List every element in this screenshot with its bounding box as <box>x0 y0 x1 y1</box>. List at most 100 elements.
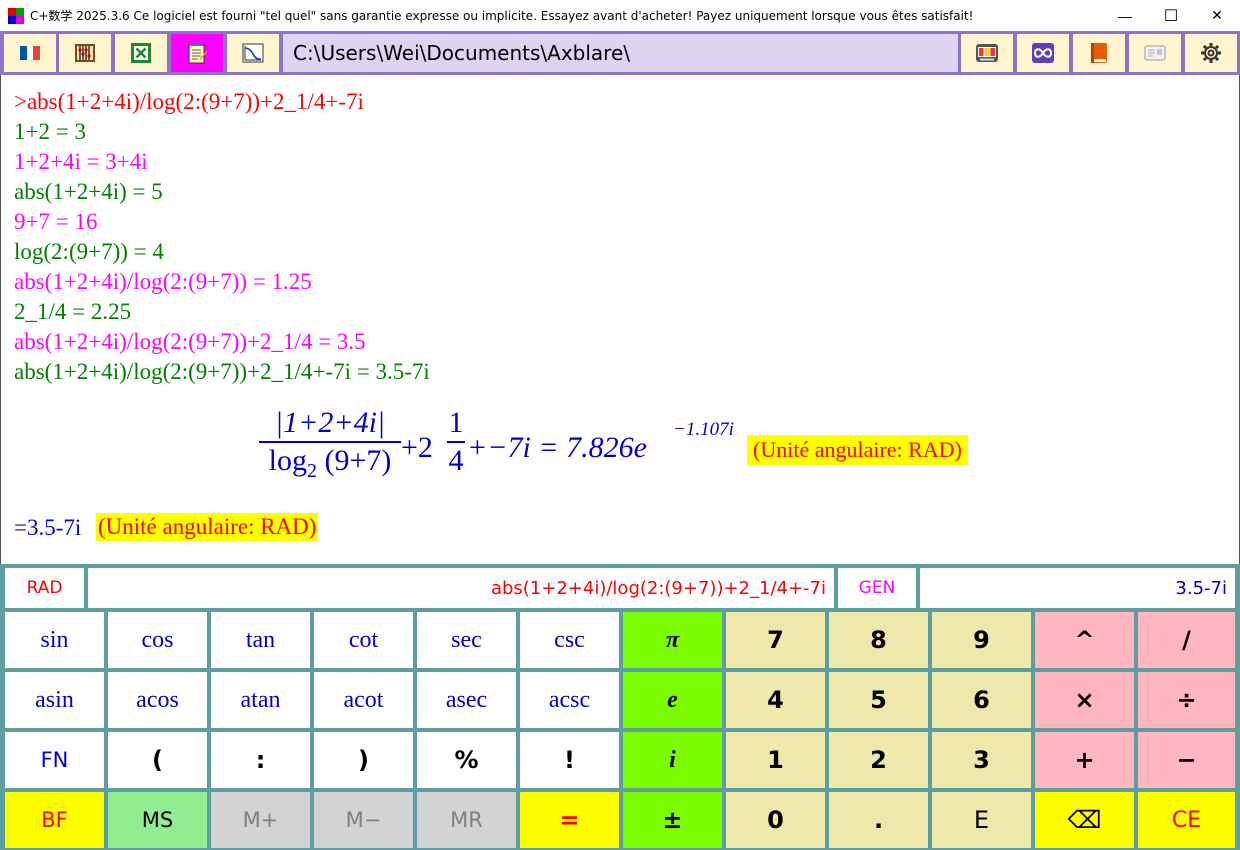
settings-button[interactable] <box>1185 34 1237 72</box>
key-7[interactable]: 7 <box>726 612 825 668</box>
app-icon <box>8 7 24 24</box>
plus-two: +2 <box>401 431 433 464</box>
backspace-icon: ⌫ <box>1067 806 1102 834</box>
key-pi[interactable]: π <box>623 612 722 668</box>
calculator-panel: RAD abs(1+2+4i)/log(2:(9+7))+2_1/4+-7i G… <box>0 564 1240 850</box>
fraction-numerator: 1 <box>448 406 464 439</box>
key-slash[interactable]: / <box>1138 612 1235 668</box>
result-line: =3.5-7i <box>14 515 82 540</box>
key-clear-entry[interactable]: CE <box>1138 792 1235 848</box>
excel-icon <box>131 43 151 63</box>
key-0[interactable]: 0 <box>726 792 825 848</box>
key-close-paren[interactable]: ) <box>314 732 413 788</box>
close-button[interactable]: ✕ <box>1194 0 1240 31</box>
key-sec[interactable]: sec <box>417 612 516 668</box>
fraction-denominator: 4 <box>448 444 464 477</box>
key-9[interactable]: 9 <box>932 612 1031 668</box>
fraction-abs-over-log: |1+2+4i| log2 (9+7) <box>259 405 401 489</box>
key-sin[interactable]: sin <box>5 612 104 668</box>
key-atan[interactable]: atan <box>211 672 310 728</box>
key-2[interactable]: 2 <box>829 732 928 788</box>
language-flag-button[interactable] <box>4 34 56 72</box>
output-line: 9+7 = 16 <box>14 209 98 234</box>
gear-icon <box>1201 43 1221 63</box>
key-acos[interactable]: acos <box>108 672 207 728</box>
expression-display[interactable]: abs(1+2+4i)/log(2:(9+7))+2_1/4+-7i <box>88 568 834 608</box>
key-fn[interactable]: FN <box>5 732 104 788</box>
fraction-denominator: log2 (9+7) <box>259 443 401 489</box>
key-4[interactable]: 4 <box>726 672 825 728</box>
key-bf[interactable]: BF <box>5 792 104 848</box>
key-acsc[interactable]: acsc <box>520 672 619 728</box>
notepad-icon <box>188 43 207 64</box>
key-memory-subtract[interactable]: M− <box>314 792 413 848</box>
title-bar: C+数学 2025.3.6 Ce logiciel est fourni "te… <box>0 0 1240 31</box>
help-book-button[interactable] <box>1073 34 1125 72</box>
key-csc[interactable]: csc <box>520 612 619 668</box>
result-angle-unit-badge: (Unité angulaire: RAD) <box>96 513 319 541</box>
output-line: abs(1+2+4i)/log(2:(9+7))+2_1/4 = 3.5 <box>14 329 366 354</box>
format-mode-button[interactable]: GEN <box>838 568 916 608</box>
key-power[interactable]: ^ <box>1035 612 1134 668</box>
maximize-button[interactable]: ☐ <box>1148 0 1194 31</box>
key-plus-minus[interactable]: ± <box>623 792 722 848</box>
result-display[interactable]: 3.5-7i <box>920 568 1235 608</box>
book-icon <box>1091 43 1107 63</box>
key-colon[interactable]: : <box>211 732 310 788</box>
key-memory-recall[interactable]: MR <box>417 792 516 848</box>
working-directory-path[interactable]: C:\Users\Wei\Documents\Axblare\ <box>283 34 958 72</box>
minimize-button[interactable]: — <box>1102 0 1148 31</box>
key-acot[interactable]: acot <box>314 672 413 728</box>
calculator-mode-button[interactable] <box>59 34 111 72</box>
key-percent[interactable]: % <box>417 732 516 788</box>
abacus-icon <box>75 44 95 62</box>
key-e[interactable]: e <box>623 672 722 728</box>
key-decimal-point[interactable]: . <box>829 792 928 848</box>
slot-machine-button[interactable] <box>961 34 1013 72</box>
id-card-button[interactable] <box>1129 34 1181 72</box>
key-factorial[interactable]: ! <box>520 732 619 788</box>
key-divide[interactable]: ÷ <box>1138 672 1235 728</box>
infinity-button[interactable] <box>1017 34 1069 72</box>
key-5[interactable]: 5 <box>829 672 928 728</box>
key-6[interactable]: 6 <box>932 672 1031 728</box>
graph-icon <box>242 43 264 63</box>
key-multiply[interactable]: × <box>1035 672 1134 728</box>
fraction-numerator: |1+2+4i| <box>274 406 386 439</box>
angle-mode-button[interactable]: RAD <box>5 568 84 608</box>
output-area[interactable]: >abs(1+2+4i)/log(2:(9+7))+2_1/4+-7i 1+2 … <box>0 75 1240 564</box>
formula-tail: +−7i = 7.826e <box>467 431 647 464</box>
key-3[interactable]: 3 <box>932 732 1031 788</box>
output-line: 2_1/4 = 2.25 <box>14 299 132 324</box>
log-function: log <box>268 444 307 477</box>
key-exponent-e[interactable]: E <box>932 792 1031 848</box>
input-echo-line: >abs(1+2+4i)/log(2:(9+7))+2_1/4+-7i <box>14 89 364 114</box>
key-memory-add[interactable]: M+ <box>211 792 310 848</box>
key-asin[interactable]: asin <box>5 672 104 728</box>
french-flag-icon <box>20 46 40 60</box>
log-argument: (9+7) <box>324 444 392 477</box>
key-8[interactable]: 8 <box>829 612 928 668</box>
key-cos[interactable]: cos <box>108 612 207 668</box>
key-minus[interactable]: − <box>1138 732 1235 788</box>
key-memory-store[interactable]: MS <box>108 792 207 848</box>
key-i[interactable]: i <box>623 732 722 788</box>
output-line: 1+2 = 3 <box>14 119 86 144</box>
graph-button[interactable] <box>227 34 279 72</box>
key-cot[interactable]: cot <box>314 612 413 668</box>
key-1[interactable]: 1 <box>726 732 825 788</box>
notepad-button[interactable] <box>171 34 223 72</box>
spreadsheet-button[interactable] <box>115 34 167 72</box>
key-asec[interactable]: asec <box>417 672 516 728</box>
key-equals[interactable]: = <box>520 792 619 848</box>
key-backspace[interactable]: ⌫ <box>1035 792 1134 848</box>
infinity-icon <box>1032 43 1054 63</box>
output-line: log(2:(9+7)) = 4 <box>14 239 164 264</box>
key-open-paren[interactable]: ( <box>108 732 207 788</box>
window-title: C+数学 2025.3.6 Ce logiciel est fourni "te… <box>30 9 974 23</box>
id-card-icon <box>1144 45 1166 61</box>
log-base: 2 <box>306 460 317 482</box>
key-plus[interactable]: + <box>1035 732 1134 788</box>
key-tan[interactable]: tan <box>211 612 310 668</box>
fraction-one-quarter: 1 4 <box>447 405 465 479</box>
